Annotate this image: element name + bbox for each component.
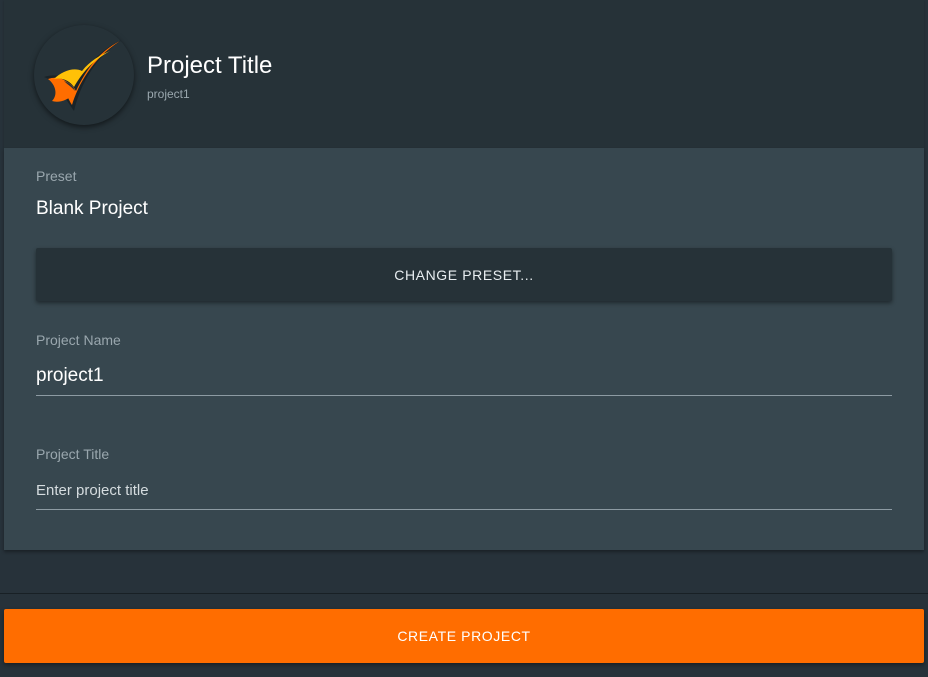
flame-swoosh-logo-icon: [44, 39, 124, 111]
header-project-subtitle: project1: [147, 87, 190, 101]
footer-divider: [0, 593, 928, 594]
project-logo-avatar: [34, 25, 134, 125]
preset-label: Preset: [36, 168, 77, 184]
header-project-title: Project Title: [147, 52, 273, 79]
preset-value: Blank Project: [36, 198, 148, 219]
project-title-label: Project Title: [36, 446, 110, 462]
project-header: Project Title project1: [4, 0, 924, 148]
project-name-label: Project Name: [36, 332, 121, 348]
create-project-button[interactable]: CREATE PROJECT: [4, 609, 924, 663]
project-title-input[interactable]: [36, 471, 892, 510]
project-name-input[interactable]: [36, 356, 892, 396]
new-project-dialog: Project Title project1 Preset Blank Proj…: [0, 0, 928, 677]
project-form-panel: Preset Blank Project CHANGE PRESET... Pr…: [4, 148, 924, 550]
change-preset-button[interactable]: CHANGE PRESET...: [36, 248, 892, 301]
